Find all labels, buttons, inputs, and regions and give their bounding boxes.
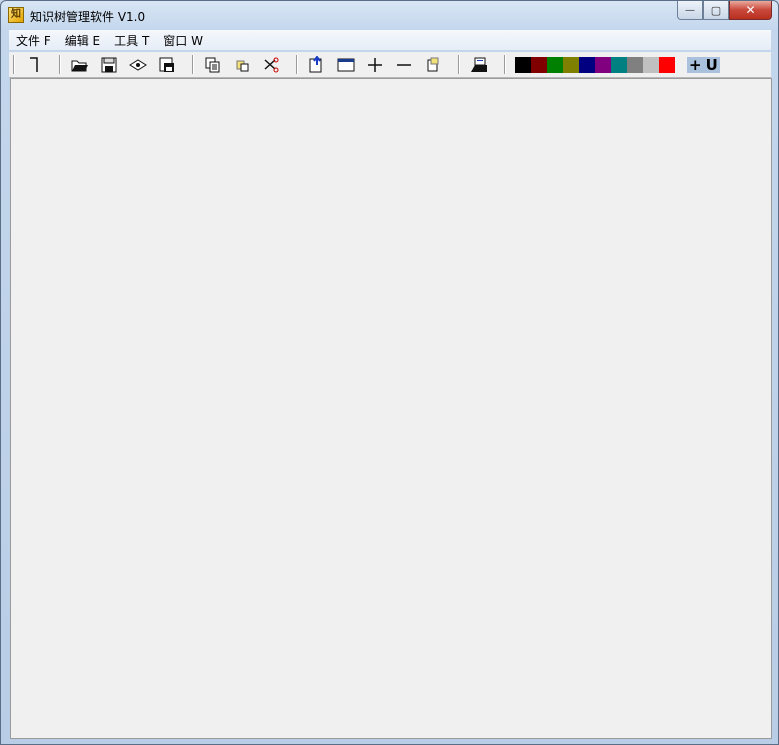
maximize-button[interactable]: ▢ <box>703 1 729 20</box>
collapse-button[interactable] <box>392 54 416 76</box>
window-controls: — ▢ ✕ <box>677 1 772 21</box>
copy-button[interactable] <box>201 54 225 76</box>
expand-button[interactable] <box>363 54 387 76</box>
menu-file[interactable]: 文件 F <box>9 32 58 49</box>
open-file-button[interactable] <box>68 54 92 76</box>
note-icon <box>427 57 439 71</box>
window-title: 知识树管理软件 V1.0 <box>30 10 146 24</box>
toolbar-separator <box>13 55 14 74</box>
cut-button[interactable] <box>259 54 283 76</box>
eye-icon <box>129 58 147 71</box>
toolbar-separator <box>296 55 297 74</box>
window-icon <box>337 58 355 71</box>
minimize-icon: — <box>685 4 695 16</box>
color-swatch-silver[interactable] <box>643 56 659 73</box>
color-swatch-green[interactable] <box>547 56 563 73</box>
insert-node-icon <box>309 55 322 72</box>
save-icon <box>101 57 117 72</box>
close-icon: ✕ <box>745 3 756 17</box>
menu-tools[interactable]: 工具 T <box>107 32 156 49</box>
color-swatch-black[interactable] <box>515 56 531 73</box>
underline-button[interactable]: U <box>706 56 718 74</box>
toolbar-separator <box>59 55 60 74</box>
toolbar: + U <box>9 52 771 78</box>
minimize-button[interactable]: — <box>677 1 703 20</box>
app-icon[interactable]: 知 <box>8 7 24 23</box>
paste-icon <box>236 60 249 71</box>
color-swatch-maroon[interactable] <box>531 56 547 73</box>
print-button[interactable] <box>467 54 491 76</box>
new-file-icon <box>30 56 38 72</box>
close-button[interactable]: ✕ <box>729 1 772 20</box>
title-bar[interactable]: 知 知识树管理软件 V1.0 — ▢ ✕ <box>1 1 778 30</box>
toolbar-separator <box>458 55 459 74</box>
color-swatch-olive[interactable] <box>563 56 579 73</box>
menu-edit[interactable]: 编辑 E <box>58 32 107 49</box>
color-swatch-gray[interactable] <box>627 56 643 73</box>
note-button[interactable] <box>421 54 445 76</box>
paste-button[interactable] <box>230 54 254 76</box>
toolbar-separator <box>192 55 193 74</box>
save-as-button[interactable] <box>155 54 179 76</box>
printer-icon <box>471 57 487 72</box>
menu-bar: 文件 F 编辑 E 工具 T 窗口 W <box>9 30 771 50</box>
color-swatch-teal[interactable] <box>611 56 627 73</box>
color-swatch-red[interactable] <box>659 56 675 73</box>
font-enlarge-button[interactable]: + <box>689 56 702 74</box>
color-swatch-navy[interactable] <box>579 56 595 73</box>
save-button[interactable] <box>97 54 121 76</box>
save-as-icon <box>159 57 174 72</box>
scissors-icon <box>264 57 279 72</box>
preview-button[interactable] <box>126 54 150 76</box>
insert-node-button[interactable] <box>305 54 329 76</box>
color-swatch-purple[interactable] <box>595 56 611 73</box>
menu-window[interactable]: 窗口 W <box>156 32 210 49</box>
minus-icon <box>397 63 411 66</box>
toolbar-separator <box>504 55 505 74</box>
font-style-group: + U <box>687 56 720 74</box>
window-view-button[interactable] <box>334 54 358 76</box>
new-file-button[interactable] <box>22 54 46 76</box>
plus-icon <box>368 57 382 72</box>
workspace-area[interactable] <box>10 78 772 739</box>
maximize-icon: ▢ <box>710 3 722 17</box>
copy-icon <box>205 57 220 72</box>
open-folder-icon <box>71 60 88 71</box>
color-palette <box>515 56 675 73</box>
app-window: 知 知识树管理软件 V1.0 — ▢ ✕ 文件 F 编辑 E 工具 T 窗口 W <box>0 0 779 745</box>
